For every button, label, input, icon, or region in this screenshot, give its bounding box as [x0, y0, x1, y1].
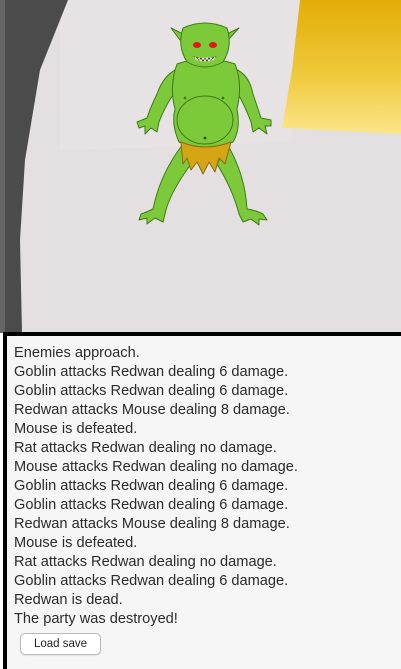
goblin-sprite [136, 22, 272, 226]
log-line: Goblin attacks Redwan dealing 6 damage. [14, 383, 289, 399]
log-line: Enemies approach. [14, 345, 140, 361]
load-save-button[interactable]: Load save [20, 633, 102, 655]
goblin-right-eye [209, 42, 217, 48]
log-line: Mouse attacks Redwan dealing no damage. [14, 459, 298, 475]
log-line: Redwan attacks Mouse dealing 8 damage. [14, 402, 290, 418]
log-line: Redwan attacks Mouse dealing 8 damage. [14, 516, 290, 532]
cave-light-opening [282, 0, 401, 134]
battle-scene [0, 0, 401, 333]
log-line: Rat attacks Redwan dealing no damage. [14, 554, 277, 570]
log-line: Goblin attacks Redwan dealing 6 damage. [14, 497, 289, 513]
log-line: Redwan is dead. [14, 592, 123, 608]
log-line: The party was destroyed! [14, 611, 178, 627]
combat-log-panel: Enemies approach. Goblin attacks Redwan … [3, 332, 401, 669]
log-line: Goblin attacks Redwan dealing 6 damage. [14, 573, 289, 589]
goblin-left-eye [193, 42, 201, 48]
log-line: Mouse is defeated. [14, 421, 138, 437]
combat-log: Enemies approach. Goblin attacks Redwan … [14, 344, 401, 629]
goblin-left-arm [136, 68, 178, 135]
log-line: Goblin attacks Redwan dealing 6 damage. [14, 364, 289, 380]
log-line: Goblin attacks Redwan dealing 6 damage. [14, 478, 289, 494]
log-line: Mouse is defeated. [14, 535, 138, 551]
log-line: Rat attacks Redwan dealing no damage. [14, 440, 277, 456]
goblin-right-arm [234, 68, 272, 135]
